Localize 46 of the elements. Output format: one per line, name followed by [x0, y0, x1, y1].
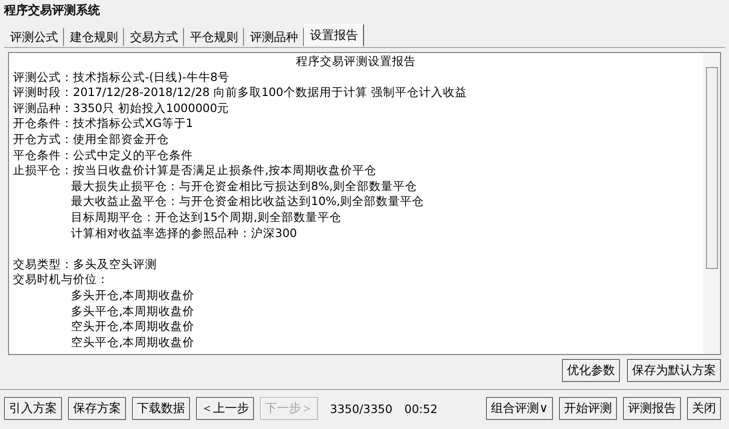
- field-value: 技术指标公式XG等于1: [73, 116, 194, 132]
- report-line: 最大损失止损平仓：与开仓资金相比亏损达到8%,则全部数量平仓: [71, 178, 417, 194]
- scrollbar-track[interactable]: [703, 53, 720, 354]
- field-label: 止损平仓：: [13, 163, 73, 179]
- button[interactable]: 评测报告: [623, 397, 681, 420]
- window-title: 程序交易评测系统: [4, 2, 100, 18]
- elapsed-time: 00:52: [404, 402, 438, 416]
- button[interactable]: 引入方案: [4, 397, 62, 420]
- button[interactable]: 下载数据: [132, 397, 190, 420]
- field-label: 交易时机与价位：: [13, 272, 109, 288]
- field-label: 平仓条件：: [13, 148, 73, 164]
- field-label: 开仓方式：: [13, 132, 73, 148]
- button[interactable]: 开始评测: [559, 397, 617, 420]
- tab[interactable]: 建仓规则: [64, 28, 124, 46]
- field-label: 评测时段：: [13, 85, 73, 101]
- field-value: 2017/12/28-2018/12/28 向前多取100个数据用于计算 强制平仓计入收益: [73, 85, 467, 101]
- button[interactable]: 优化参数: [562, 359, 620, 382]
- field-value: 使用全部资金开仓: [73, 132, 169, 148]
- field-label: 交易类型：: [13, 256, 73, 272]
- scrollbar-thumb[interactable]: [706, 67, 718, 269]
- report-line: 最大收益止盈平仓：与开仓资金相比收益达到10%,则全部数量平仓: [71, 194, 424, 210]
- report-line: 空头平仓,本周期收盘价: [71, 334, 195, 350]
- tab[interactable]: 设置报告: [304, 24, 364, 46]
- button[interactable]: ＜上一步: [196, 397, 254, 420]
- field-value: 公式中定义的平仓条件: [73, 148, 193, 164]
- button[interactable]: 保存为默认方案: [627, 359, 721, 382]
- report-line: 目标周期平仓：开仓达到15个周期,则全部数量平仓: [71, 210, 342, 226]
- report-line: 多头开仓,本周期收盘价: [71, 288, 195, 304]
- report-line: 空头开仓,本周期收盘价: [71, 319, 195, 335]
- field-label: 评测公式：: [13, 70, 73, 86]
- report-line: 计算相对收益率选择的参照品种：沪深300: [71, 226, 297, 242]
- field-value: 技术指标公式-(日线)-牛牛8号: [73, 70, 230, 86]
- tab[interactable]: 评测公式: [4, 28, 64, 46]
- button[interactable]: 关闭: [687, 397, 721, 420]
- tab[interactable]: 平仓规则: [184, 28, 244, 46]
- field-value: 按当日收盘价计算是否满足止损条件,按本周期收盘价平仓: [73, 163, 377, 179]
- button[interactable]: 保存方案: [68, 397, 126, 420]
- tab[interactable]: 交易方式: [124, 28, 184, 46]
- field-label: 评测品种：: [13, 100, 73, 116]
- field-label: 开仓条件：: [13, 116, 73, 132]
- button[interactable]: 组合评测∨: [486, 397, 553, 420]
- report-line: 多头平仓,本周期收盘价: [71, 304, 195, 320]
- report-title: 程序交易评测设置报告: [295, 54, 417, 70]
- progress-count: 3350/3350: [330, 402, 392, 416]
- field-value: 多头及空头评测: [73, 256, 157, 272]
- field-value: 3350只 初始投入1000000元: [73, 100, 230, 116]
